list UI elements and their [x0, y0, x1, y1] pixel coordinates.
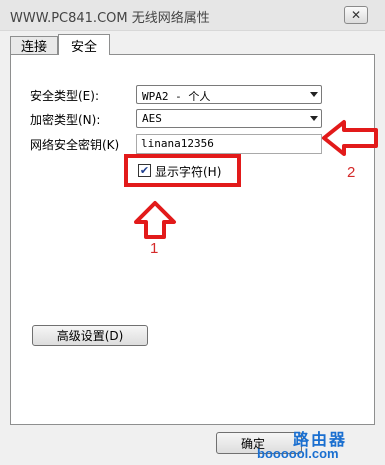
window-title: WWW.PC841.COM 无线网络属性	[10, 11, 210, 26]
show-characters-checkbox[interactable]: ✔	[138, 164, 151, 177]
tab-connection-label: 连接	[20, 40, 47, 55]
encryption-type-value: AES	[142, 112, 162, 125]
chevron-down-icon	[310, 92, 318, 97]
advanced-settings-label: 高级设置(D)	[56, 329, 124, 343]
title-bar: WWW.PC841.COM 无线网络属性 ✕	[0, 0, 385, 31]
annotation-arrow-up-icon	[134, 201, 176, 239]
chevron-down-icon	[310, 116, 318, 121]
close-icon: ✕	[350, 8, 362, 22]
annotation-number-2: 2	[347, 164, 356, 181]
show-characters-label: 显示字符(H)	[155, 165, 222, 179]
advanced-settings-button[interactable]: 高级设置(D)	[32, 325, 148, 346]
checkmark-icon: ✔	[139, 164, 150, 177]
network-key-input[interactable]: linana12356	[136, 134, 322, 154]
tab-security[interactable]: 安全	[58, 34, 110, 55]
security-type-value: WPA2 - 个人	[142, 90, 211, 103]
security-type-label: 安全类型(E):	[30, 89, 99, 103]
tab-connection[interactable]: 连接	[10, 36, 58, 55]
encryption-type-label: 加密类型(N):	[30, 113, 101, 127]
network-key-label: 网络安全密钥(K)	[30, 138, 120, 152]
close-button[interactable]: ✕	[344, 6, 368, 24]
annotation-arrow-left-icon	[322, 120, 378, 156]
annotation-number-1: 1	[150, 240, 159, 257]
security-type-select[interactable]: WPA2 - 个人	[136, 85, 322, 104]
site-watermark: 路由器 boooool.com	[255, 426, 385, 465]
watermark-url: boooool.com	[257, 446, 339, 461]
encryption-type-select[interactable]: AES	[136, 109, 322, 128]
tab-security-label: 安全	[70, 39, 97, 55]
